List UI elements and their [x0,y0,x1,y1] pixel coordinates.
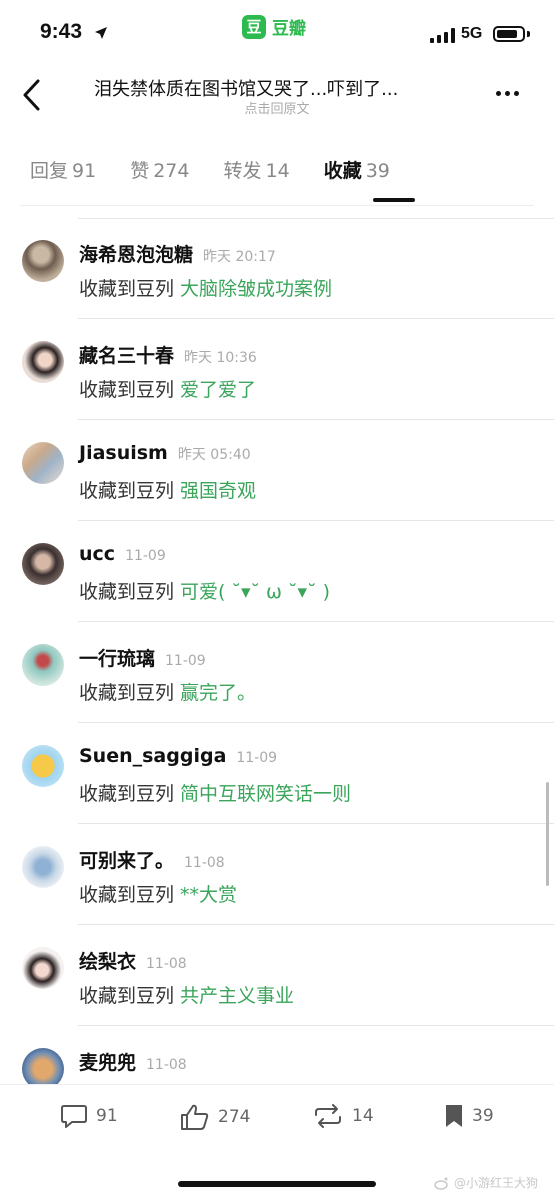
collects-list[interactable]: 海希恩泡泡糖 昨天 20:17 收藏到豆列 大脑除皱成功案例 藏名三十春 昨天 10:… [0,218,554,1084]
action-text: 收藏到豆列 [79,985,175,1007]
signal-icon [430,28,455,43]
username[interactable]: 一行琉璃 [79,644,155,671]
avatar[interactable] [22,1048,64,1084]
reshare-icon [315,1104,341,1128]
doulist-link[interactable]: 共产主义事业 [180,985,294,1007]
list-item[interactable]: 麦兜兜 11-08 [0,1026,554,1084]
like-count: 274 [218,1107,251,1127]
tab-reshares[interactable]: 转发 14 [223,156,289,183]
action-text: 收藏到豆列 [79,682,175,704]
tab-likes[interactable]: 赞 274 [130,156,189,183]
avatar[interactable] [22,240,64,282]
username[interactable]: 海希恩泡泡糖 [79,240,193,267]
username[interactable]: 麦兜兜 [79,1048,136,1075]
reply-button[interactable]: 91 [60,1103,118,1129]
timestamp: 11-08 [146,956,187,972]
weibo-icon [434,1177,448,1190]
like-button[interactable]: 274 [180,1103,250,1131]
list-item[interactable]: 海希恩泡泡糖 昨天 20:17 收藏到豆列 大脑除皱成功案例 [0,218,554,319]
list-item[interactable]: Jiasuism 昨天 05:40 收藏到豆列 强国奇观 [0,420,554,521]
list-item[interactable]: Suen_saggiga 11-09 收藏到豆列 简中互联网笑话一则 [0,723,554,824]
timestamp: 11-09 [125,548,166,564]
doulist-link[interactable]: 强国奇观 [180,480,256,502]
action-text: 收藏到豆列 [79,884,175,906]
collect-button[interactable]: 39 [444,1103,494,1129]
action-text: 收藏到豆列 [79,480,175,502]
location-arrow-icon [95,27,107,39]
timestamp: 11-08 [184,855,225,871]
action-text: 收藏到豆列 [79,783,175,805]
scrollbar[interactable] [546,782,549,886]
status-bar: 9:43 豆 豆瓣 5G [0,0,554,66]
battery-icon [493,26,525,42]
list-item[interactable]: 藏名三十春 昨天 10:36 收藏到豆列 爱了爱了 [0,319,554,420]
username[interactable]: ucc [79,543,115,565]
avatar[interactable] [22,745,64,787]
timestamp: 昨天 10:36 [184,350,257,366]
doulist-link[interactable]: 爱了爱了 [180,379,256,401]
active-tab-indicator [373,198,415,202]
home-indicator [178,1181,376,1187]
username[interactable]: Jiasuism [79,442,168,464]
collect-count: 39 [472,1106,494,1126]
more-dots-icon[interactable] [496,91,519,96]
timestamp: 昨天 20:17 [203,249,276,265]
watermark: @小游红王大狗 [434,1174,538,1191]
douban-logo-icon: 豆 [242,14,266,39]
action-text: 收藏到豆列 [79,278,175,300]
bookmark-icon [446,1105,462,1127]
action-text: 收藏到豆列 [79,581,175,603]
battery-tip [527,31,530,37]
timestamp: 11-09 [165,653,206,669]
doulist-link[interactable]: 大脑除皱成功案例 [180,278,332,300]
reply-count: 91 [96,1106,118,1126]
thumbs-up-icon [181,1104,209,1130]
doulist-link[interactable]: 简中互联网笑话一则 [180,783,351,805]
reshare-button[interactable]: 14 [312,1103,374,1129]
list-item[interactable]: ucc 11-09 收藏到豆列 可爱( ˘▾˘ ω ˘▾˘ ) [0,521,554,622]
back-to-original-link[interactable]: 点击回原文 [0,98,554,117]
avatar[interactable] [22,846,64,888]
comment-icon [61,1105,87,1128]
tab-bar: 回复 91 赞 274 转发 14 收藏 39 [30,156,424,183]
list-item[interactable]: 一行琉璃 11-09 收藏到豆列 赢完了。 [0,622,554,723]
doulist-link[interactable]: 赢完了。 [180,682,256,704]
avatar[interactable] [22,644,64,686]
username[interactable]: 藏名三十春 [79,341,174,368]
avatar[interactable] [22,947,64,989]
divider [20,205,534,206]
reshare-count: 14 [352,1106,374,1126]
brand-name: 豆瓣 [272,19,306,39]
avatar[interactable] [22,341,64,383]
action-text: 收藏到豆列 [79,379,175,401]
list-item[interactable]: 可别来了。 11-08 收藏到豆列 **大赏 [0,824,554,925]
timestamp: 11-09 [236,750,278,766]
username[interactable]: 绘梨衣 [79,947,136,974]
tab-replies[interactable]: 回复 91 [30,156,96,183]
avatar[interactable] [22,442,64,484]
timestamp: 昨天 05:40 [177,447,251,463]
brand: 豆 豆瓣 [242,14,306,39]
timestamp: 11-08 [146,1057,187,1073]
tab-collects[interactable]: 收藏 39 [324,156,390,183]
username[interactable]: Suen_saggiga [79,745,226,767]
doulist-link[interactable]: **大赏 [180,884,237,906]
doulist-link[interactable]: 可爱( ˘▾˘ ω ˘▾˘ ) [180,581,330,603]
status-time: 9:43 [40,20,83,43]
list-item[interactable]: 绘梨衣 11-08 收藏到豆列 共产主义事业 [0,925,554,1026]
network-type: 5G [461,25,483,42]
username[interactable]: 可别来了。 [79,846,174,873]
avatar[interactable] [22,543,64,585]
